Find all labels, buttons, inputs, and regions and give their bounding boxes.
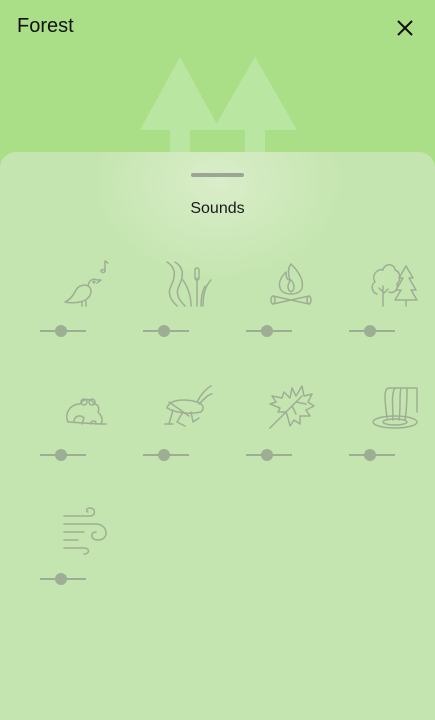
bird-icon[interactable] xyxy=(60,258,110,308)
waterfall-icon[interactable] xyxy=(369,382,419,432)
slider-thumb[interactable] xyxy=(363,325,376,337)
volume-slider[interactable] xyxy=(143,448,189,462)
close-button[interactable] xyxy=(390,13,420,43)
slider-thumb[interactable] xyxy=(54,449,67,461)
volume-slider[interactable] xyxy=(349,448,395,462)
volume-slider[interactable] xyxy=(246,448,292,462)
sounds-sheet: Sounds xyxy=(0,152,435,720)
sound-tile-maple-leaf xyxy=(241,382,341,482)
wind-icon[interactable] xyxy=(60,506,110,556)
drag-handle[interactable] xyxy=(191,173,244,177)
cricket-icon[interactable] xyxy=(163,382,213,432)
slider-thumb[interactable] xyxy=(54,325,67,337)
volume-slider[interactable] xyxy=(40,572,86,586)
volume-slider[interactable] xyxy=(246,324,292,338)
slider-thumb[interactable] xyxy=(260,325,273,337)
reeds-icon[interactable] xyxy=(163,258,213,308)
page-title: Forest xyxy=(17,15,74,37)
sound-tile-bird xyxy=(35,258,135,358)
sound-tile-cricket xyxy=(138,382,238,482)
frog-icon[interactable] xyxy=(60,382,110,432)
volume-slider[interactable] xyxy=(40,448,86,462)
maple-leaf-icon[interactable] xyxy=(266,382,316,432)
slider-thumb[interactable] xyxy=(363,449,376,461)
sound-tile-frog xyxy=(35,382,135,482)
trees-icon[interactable] xyxy=(369,258,419,308)
slider-thumb[interactable] xyxy=(54,573,67,585)
sound-tile-waterfall xyxy=(344,382,435,482)
volume-slider[interactable] xyxy=(349,324,395,338)
sound-tile-wind xyxy=(35,506,135,606)
sounds-heading: Sounds xyxy=(190,200,245,217)
slider-thumb[interactable] xyxy=(260,449,273,461)
forest-hero-icon xyxy=(140,57,297,158)
close-icon xyxy=(397,20,413,36)
campfire-icon[interactable] xyxy=(266,258,316,308)
sound-tile-reeds xyxy=(138,258,238,358)
slider-thumb[interactable] xyxy=(157,325,170,337)
volume-slider[interactable] xyxy=(143,324,189,338)
volume-slider[interactable] xyxy=(40,324,86,338)
slider-thumb[interactable] xyxy=(157,449,170,461)
sound-tile-trees xyxy=(344,258,435,358)
sound-tile-campfire xyxy=(241,258,341,358)
top-bar: Forest xyxy=(0,0,435,160)
